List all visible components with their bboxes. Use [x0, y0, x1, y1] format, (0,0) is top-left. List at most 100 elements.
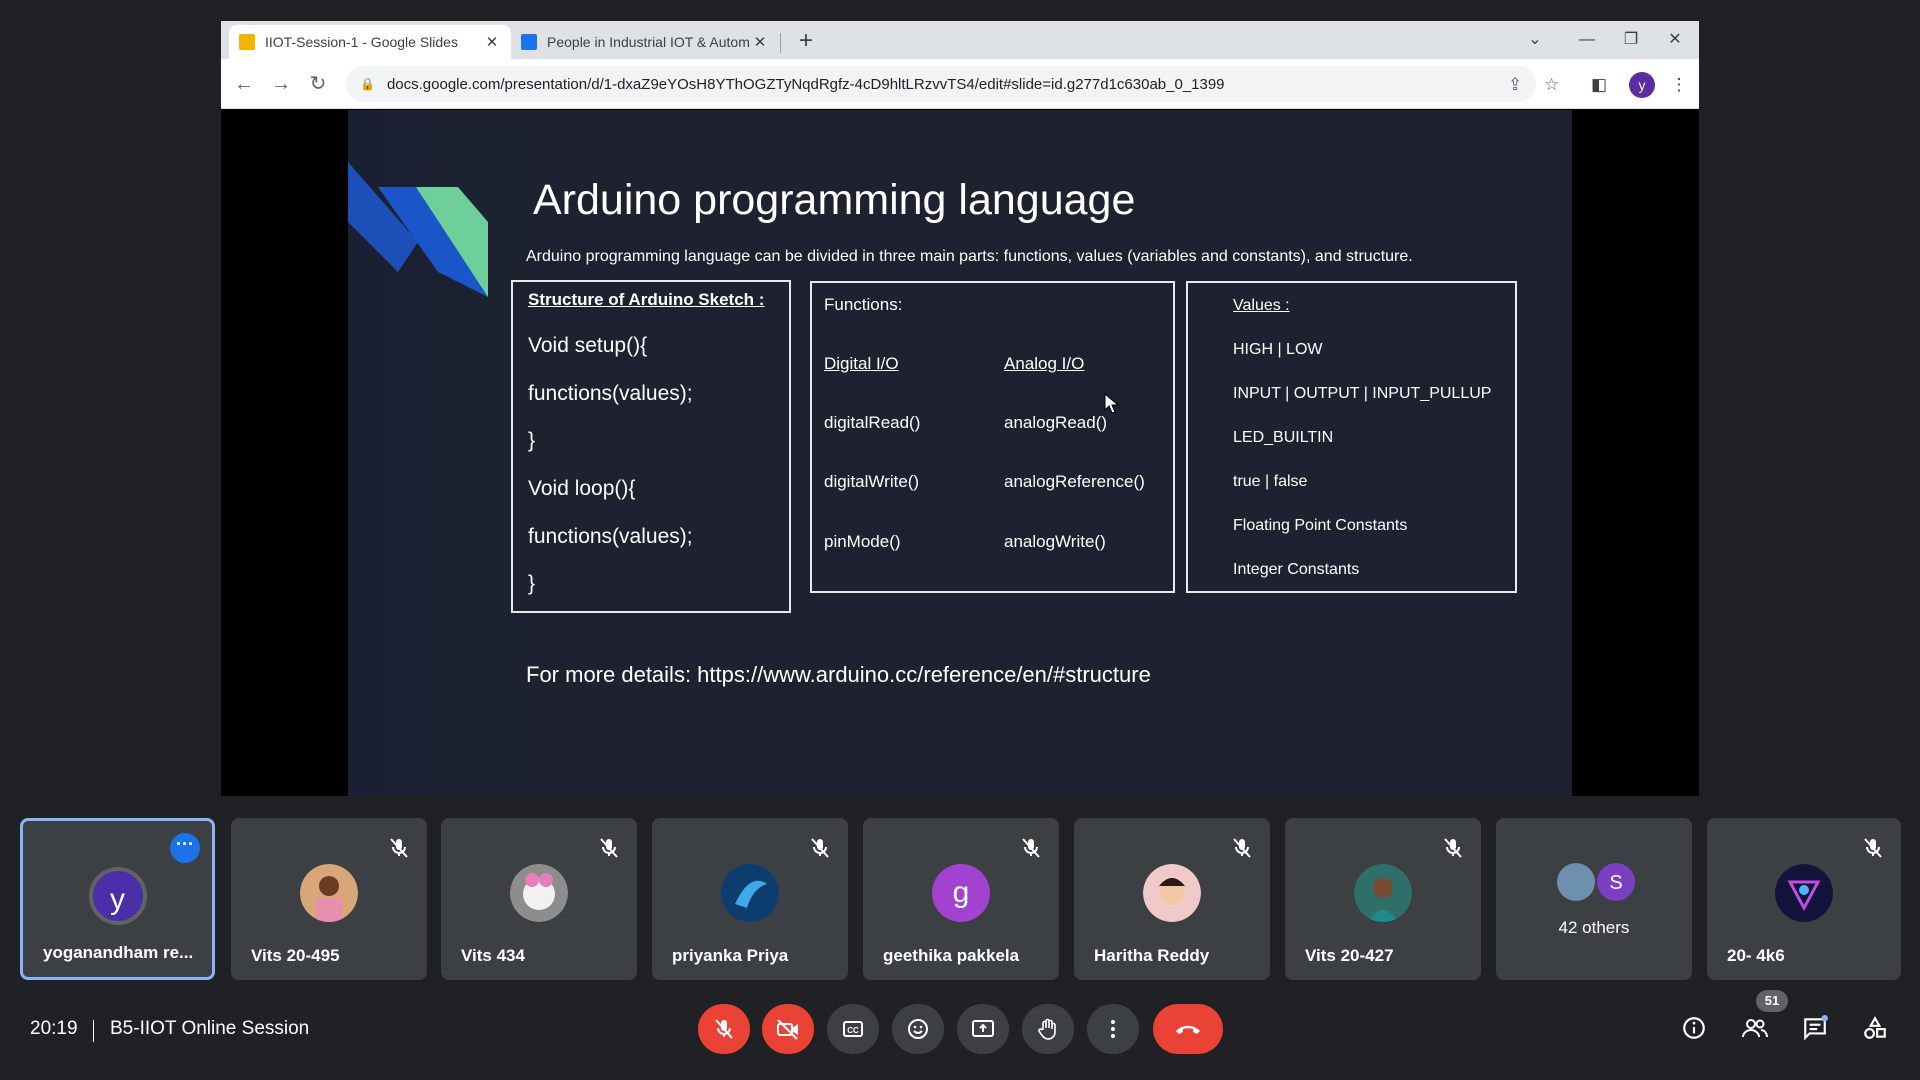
structure-heading: Structure of Arduino Sketch : [528, 290, 765, 309]
structure-line: functions(values); [528, 525, 693, 548]
present-button[interactable] [957, 1004, 1009, 1054]
address-bar[interactable]: 🔒 docs.google.com/presentation/d/1-dxaZ9… [346, 66, 1536, 102]
side-panel-icon[interactable]: ◧ [1587, 73, 1611, 97]
meeting-title: B5-IIOT Online Session [110, 1018, 310, 1039]
slide: Arduino programming language Arduino pro… [348, 110, 1572, 796]
participant-tile[interactable]: Vits 20-495 [231, 818, 427, 980]
function-item: pinMode() [824, 532, 901, 551]
participant-tile[interactable]: Vits 20-427 [1285, 818, 1481, 980]
raise-hand-button[interactable] [1022, 1004, 1074, 1054]
tab-divider [780, 33, 781, 53]
profile-avatar[interactable]: y [1629, 72, 1655, 98]
function-item: analogReference() [1004, 472, 1145, 491]
mic-off-icon [715, 1019, 733, 1039]
values-box: Values : HIGH | LOW INPUT | OUTPUT | INP… [1186, 281, 1517, 593]
raise-hand-icon [1038, 1018, 1056, 1040]
others-count: 42 others [1558, 918, 1630, 937]
structure-line: Void setup(){ [528, 334, 648, 357]
function-item: digitalRead() [824, 413, 921, 432]
slide-subtitle: Arduino programming language can be divi… [526, 248, 1413, 265]
functions-box: Functions: Digital I/O Analog I/O digita… [810, 281, 1175, 593]
leave-call-button[interactable] [1153, 1004, 1223, 1054]
meeting-info-button[interactable] [1676, 1010, 1712, 1046]
functions-heading: Functions: [824, 295, 903, 314]
chat-icon [1804, 1015, 1828, 1041]
captions-button[interactable]: CC [827, 1004, 879, 1054]
participant-name: priyanka Priya [672, 946, 789, 965]
more-options-icon[interactable]: ··· [170, 833, 200, 863]
mic-off-icon [390, 838, 408, 858]
mic-toggle-button[interactable] [698, 1004, 750, 1054]
reload-button[interactable]: ↻ [303, 69, 333, 99]
participant-name: Vits 434 [461, 946, 525, 965]
camera-toggle-button[interactable] [762, 1004, 814, 1054]
participant-name: yoganandham re... [43, 943, 194, 962]
more-options-button[interactable] [1087, 1004, 1139, 1054]
avatar [1775, 864, 1833, 922]
slide-decoration [348, 162, 488, 297]
close-icon[interactable]: ✕ [751, 33, 769, 51]
menu-icon[interactable]: ⋮ [1667, 73, 1691, 97]
svg-text:CC: CC [847, 1026, 859, 1035]
tab-title: People in Industrial IOT & Autom [547, 34, 750, 50]
people-icon [521, 34, 537, 50]
structure-box: Structure of Arduino Sketch : Void setup… [511, 280, 791, 613]
avatar [510, 864, 568, 922]
structure-line: } [528, 429, 536, 452]
mic-off-icon [1444, 838, 1462, 858]
emoji-icon [908, 1019, 928, 1039]
camera-off-icon [777, 1019, 798, 1040]
structure-line: Void loop(){ [528, 477, 636, 500]
participant-count-badge: 51 [1756, 990, 1788, 1012]
reactions-button[interactable] [892, 1004, 944, 1054]
avatar [721, 864, 779, 922]
people-button[interactable] [1737, 1010, 1773, 1046]
meeting-clock: 20:19 [30, 1018, 78, 1039]
minimize-button[interactable]: — [1567, 26, 1607, 54]
share-icon[interactable]: ⇪ [1508, 75, 1522, 95]
function-item: analogRead() [1004, 413, 1108, 432]
end-call-icon [1176, 1025, 1200, 1034]
participant-tile[interactable]: Haritha Reddy [1074, 818, 1270, 980]
analog-io-heading: Analog I/O [1004, 354, 1085, 373]
participant-tile[interactable]: Vits 434 [441, 818, 637, 980]
structure-line: functions(values); [528, 382, 693, 405]
value-item: Integer Constants [1233, 561, 1360, 578]
captions-icon: CC [843, 1021, 863, 1037]
participant-name: Vits 20-427 [1305, 946, 1394, 965]
bookmark-star-icon[interactable]: ☆ [1544, 75, 1559, 95]
forward-button[interactable]: → [266, 69, 296, 99]
mic-off-icon [1864, 838, 1882, 858]
mic-off-icon [1022, 838, 1040, 858]
mouse-cursor-icon [1104, 393, 1120, 414]
participant-tile[interactable]: 20- 4k6 [1707, 818, 1901, 980]
activities-icon [1864, 1016, 1886, 1039]
browser-toolbar: ← → ↻ 🔒 docs.google.com/presentation/d/1… [221, 59, 1699, 109]
participant-tile[interactable]: priyanka Priya [652, 818, 848, 980]
value-item: INPUT | OUTPUT | INPUT_PULLUP [1233, 385, 1492, 402]
tab-people[interactable]: People in Industrial IOT & Autom ✕ [511, 25, 779, 59]
participant-tile[interactable]: y ··· yoganandham re... [20, 818, 215, 980]
activities-button[interactable] [1857, 1010, 1893, 1046]
structure-line: } [528, 572, 536, 595]
presentation-viewport: Arduino programming language Arduino pro… [221, 110, 1699, 796]
tab-search-icon[interactable]: ⌄ [1515, 26, 1555, 54]
participant-tile[interactable]: g geethika pakkela [863, 818, 1059, 980]
slides-icon [239, 34, 255, 50]
close-window-button[interactable]: ✕ [1655, 26, 1695, 54]
back-button[interactable]: ← [229, 69, 259, 99]
value-item: Floating Point Constants [1233, 517, 1408, 534]
others-tile[interactable]: S 42 others [1496, 818, 1692, 980]
lock-icon: 🔒 [360, 77, 375, 91]
new-tab-button[interactable]: + [791, 27, 821, 55]
tab-slides[interactable]: IIOT-Session-1 - Google Slides ✕ [229, 25, 511, 59]
url-text: docs.google.com/presentation/d/1-dxaZ9eY… [386, 75, 1225, 93]
restore-button[interactable]: ❐ [1611, 26, 1651, 54]
close-icon[interactable]: ✕ [483, 33, 501, 51]
present-screen-icon [972, 1020, 994, 1037]
avatar: g [932, 864, 990, 922]
chat-button[interactable] [1797, 1010, 1833, 1046]
people-icon [1742, 1019, 1768, 1038]
info-icon [1683, 1017, 1705, 1039]
bar-divider [93, 1020, 94, 1042]
